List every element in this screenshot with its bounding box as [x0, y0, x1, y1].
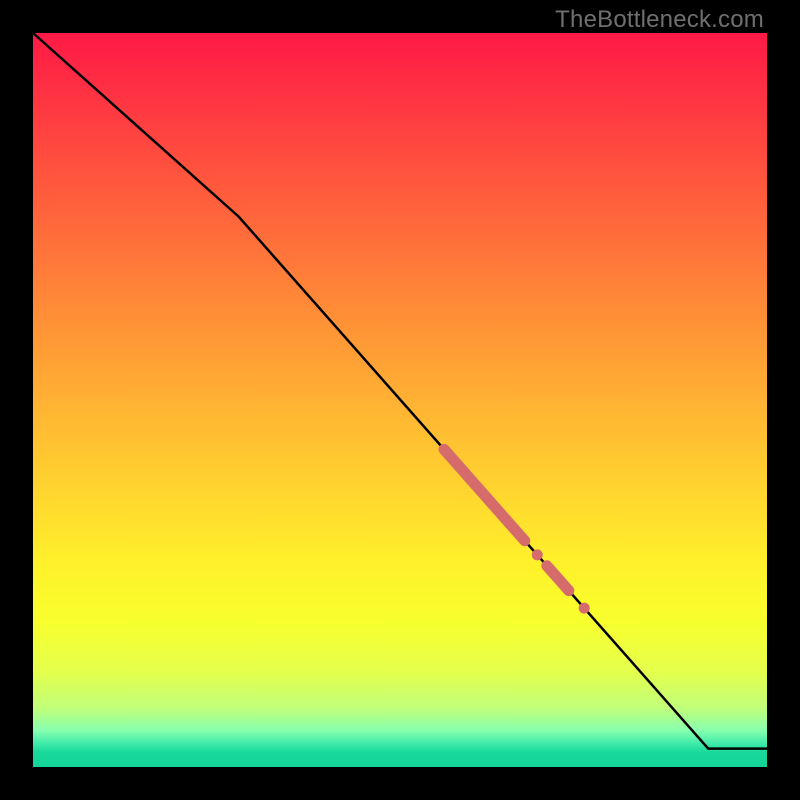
chart-svg — [33, 33, 767, 767]
highlight-segment — [444, 449, 525, 540]
main-curve — [33, 33, 767, 749]
highlight-dot — [532, 549, 543, 560]
highlight-dot — [579, 603, 590, 614]
chart-frame: TheBottleneck.com — [0, 0, 800, 800]
highlight-segment — [547, 566, 569, 591]
watermark-text: TheBottleneck.com — [555, 6, 764, 34]
plot-area — [33, 33, 767, 767]
highlight-group — [444, 449, 590, 613]
